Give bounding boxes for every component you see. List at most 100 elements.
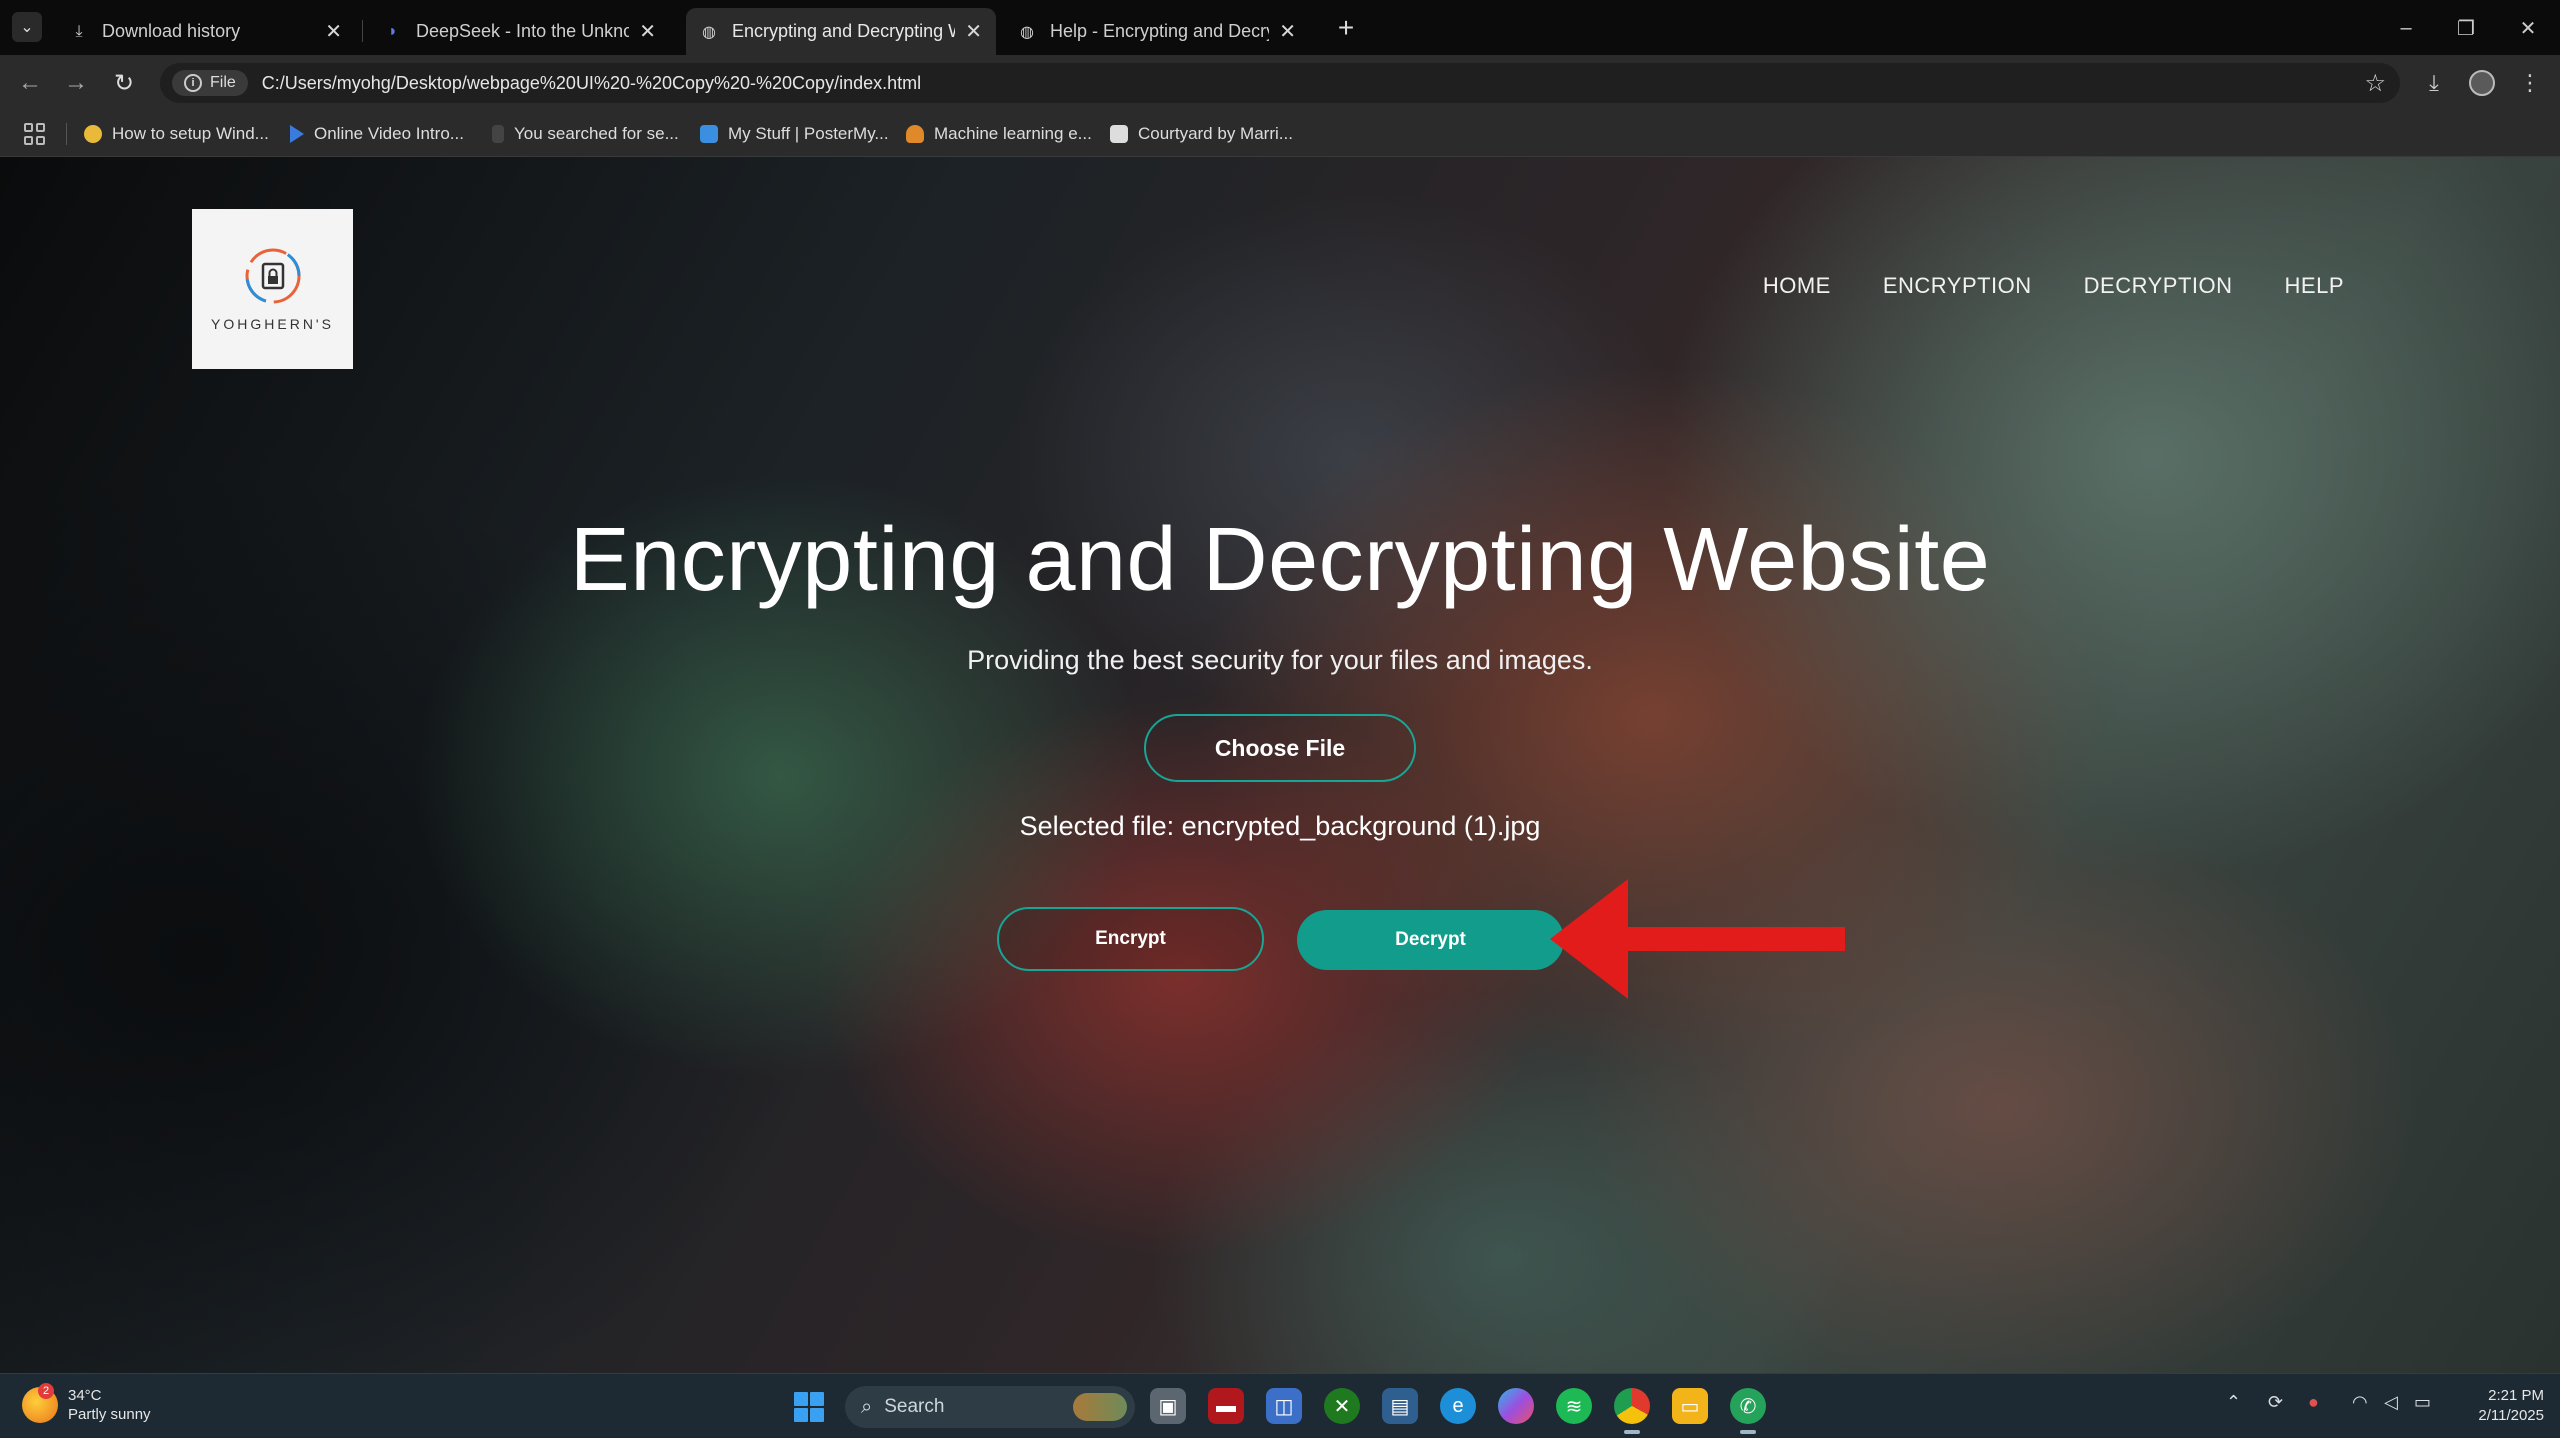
search-icon: ⌕ — [861, 1395, 873, 1418]
encrypt-button[interactable]: Encrypt — [997, 907, 1264, 971]
tab-separator — [362, 20, 363, 42]
windows-start-icon[interactable] — [794, 1392, 824, 1422]
bookmark-star-icon[interactable]: ☆ — [2364, 69, 2386, 98]
tab-deepseek[interactable]: ◗ DeepSeek - Into the Unknown ✕ — [370, 8, 670, 55]
clock[interactable]: 2:21 PM 2/11/2025 — [2456, 1386, 2544, 1426]
copilot-icon[interactable] — [1498, 1388, 1534, 1424]
url-text[interactable]: C:/Users/myohg/Desktop/webpage%20UI%20-%… — [262, 73, 921, 94]
reload-button[interactable]: ↻ — [108, 67, 140, 99]
spotify-icon[interactable]: ≋ — [1556, 1388, 1592, 1424]
lock-file-icon — [245, 248, 300, 304]
deepseek-icon: ◗ — [388, 22, 398, 40]
volume-icon[interactable]: ◁ — [2384, 1392, 2398, 1413]
xbox-icon[interactable]: ✕ — [1324, 1388, 1360, 1424]
profile-avatar[interactable] — [2466, 67, 2498, 99]
temperature-text: 34°C — [68, 1387, 102, 1404]
store-icon[interactable]: ◫ — [1266, 1388, 1302, 1424]
site-logo[interactable]: YOHGHERN'S — [192, 209, 353, 369]
forward-button[interactable]: → — [60, 67, 92, 99]
annotation-arrow-icon — [1550, 879, 1845, 999]
chrome-icon[interactable] — [1614, 1388, 1650, 1434]
close-icon[interactable]: ✕ — [325, 19, 342, 44]
globe-icon: ◍ — [702, 23, 716, 41]
taskbar: 2 34°C Partly sunny ⌕ Search ▣ ▬ ◫ ✕ ▤ e… — [0, 1373, 2560, 1438]
nav-help[interactable]: HELP — [2285, 273, 2344, 299]
bookmark-item[interactable]: You searched for se... — [492, 119, 679, 149]
tray-app-icon[interactable]: ● — [2308, 1392, 2319, 1413]
search-highlight-icon — [1073, 1393, 1127, 1421]
weather-text: Partly sunny — [68, 1406, 151, 1423]
bookmark-label: How to setup Wind... — [112, 124, 269, 143]
tab-title: Download history — [102, 21, 241, 41]
download-icon: ⤓ — [75, 22, 83, 40]
restore-icon[interactable]: ❐ — [2442, 10, 2490, 46]
bookmark-item[interactable]: Online Video Intro... — [290, 119, 464, 149]
close-icon[interactable]: ✕ — [965, 19, 982, 44]
bookmark-label: My Stuff | PosterMy... — [728, 124, 889, 143]
browser-tab-strip: ⌄ ⤓ Download history ✕ ◗ DeepSeek - Into… — [0, 0, 2560, 55]
page-title: Encrypting and Decrypting Website — [569, 510, 1991, 610]
app-red-icon[interactable]: ▬ — [1208, 1388, 1244, 1424]
time-text: 2:21 PM — [2488, 1387, 2544, 1404]
globe-icon: ◍ — [1020, 23, 1034, 41]
file-explorer-icon[interactable]: ▭ — [1672, 1388, 1708, 1424]
logo-text: YOHGHERN'S — [211, 316, 334, 332]
nav-home[interactable]: HOME — [1763, 273, 1831, 299]
bookmark-label: Online Video Intro... — [314, 124, 464, 143]
weather-widget[interactable]: 2 34°C Partly sunny — [22, 1383, 151, 1424]
sync-icon[interactable]: ⟳ — [2268, 1392, 2283, 1413]
tab-title: DeepSeek - Into the Unknown — [416, 21, 630, 41]
site-info-chip[interactable]: i File — [172, 70, 248, 96]
bookmark-favicon-icon — [84, 125, 102, 143]
choose-file-button[interactable]: Choose File — [1144, 714, 1416, 782]
wifi-icon[interactable]: ◠ — [2352, 1392, 2368, 1413]
back-button[interactable]: ← — [14, 67, 46, 99]
apps-grid-icon[interactable] — [24, 123, 46, 145]
sun-icon: 2 — [22, 1383, 58, 1423]
tiktok-icon — [492, 125, 504, 143]
bookmark-item[interactable]: Machine learning e... — [906, 119, 1092, 149]
bookmark-label: You searched for se... — [514, 124, 679, 143]
taskbar-search[interactable]: ⌕ Search — [845, 1386, 1135, 1428]
tab-search-button[interactable]: ⌄ — [12, 12, 42, 42]
date-text: 2/11/2025 — [2478, 1407, 2544, 1424]
play-icon — [290, 125, 304, 143]
close-icon[interactable]: ✕ — [1279, 19, 1296, 44]
tab-download-history[interactable]: ⤓ Download history ✕ — [56, 8, 356, 55]
bookmark-item[interactable]: My Stuff | PosterMy... — [700, 119, 889, 149]
bookmark-item[interactable]: Courtyard by Marri... — [1110, 119, 1293, 149]
nav-decryption[interactable]: DECRYPTION — [2084, 273, 2233, 299]
battery-icon[interactable]: ▭ — [2414, 1392, 2431, 1413]
bookmark-label: Machine learning e... — [934, 124, 1092, 143]
downloads-icon[interactable]: ⤓ — [2418, 67, 2450, 99]
close-icon[interactable]: ✕ — [639, 19, 656, 44]
minimize-icon[interactable]: – — [2382, 10, 2430, 46]
search-placeholder: Search — [884, 1396, 945, 1417]
page-subtitle: Providing the best security for your fil… — [967, 645, 1593, 675]
tab-encrypting-website[interactable]: ◍ Encrypting and Decrypting Wel ✕ — [686, 8, 996, 55]
tray-chevron-icon[interactable]: ⌃ — [2226, 1392, 2241, 1413]
chip-label: File — [210, 74, 236, 91]
new-tab-button[interactable]: + — [1328, 10, 1364, 46]
bookmark-item[interactable]: How to setup Wind... — [84, 119, 269, 149]
close-window-icon[interactable]: ✕ — [2504, 10, 2552, 46]
site-nav: HOME ENCRYPTION DECRYPTION HELP — [1763, 273, 2344, 299]
bookmarks-bar: How to setup Wind... Online Video Intro.… — [0, 111, 2560, 157]
address-bar[interactable]: i File C:/Users/myohg/Desktop/webpage%20… — [160, 63, 2400, 103]
bookmark-label: Courtyard by Marri... — [1138, 124, 1293, 143]
nav-encryption[interactable]: ENCRYPTION — [1883, 273, 2032, 299]
info-icon: i — [184, 74, 202, 92]
whatsapp-icon[interactable]: ✆ — [1730, 1388, 1766, 1434]
task-view-icon[interactable]: ▣ — [1150, 1388, 1186, 1424]
courtyard-icon — [1110, 125, 1128, 143]
edge-icon[interactable]: e — [1440, 1388, 1476, 1424]
postermywall-icon — [700, 125, 718, 143]
machine-learning-icon — [906, 125, 924, 143]
widgets-icon[interactable]: ▤ — [1382, 1388, 1418, 1424]
decrypt-button[interactable]: Decrypt — [1297, 910, 1564, 970]
browser-toolbar: ← → ↻ i File C:/Users/myohg/Desktop/webp… — [0, 55, 2560, 111]
selected-file-text: Selected file: encrypted_background (1).… — [1019, 811, 1541, 841]
tab-title: Encrypting and Decrypting Wel — [732, 21, 956, 41]
menu-icon[interactable]: ⋮ — [2514, 67, 2546, 99]
tab-help[interactable]: ◍ Help - Encrypting and Decrypti ✕ — [1004, 8, 1310, 55]
